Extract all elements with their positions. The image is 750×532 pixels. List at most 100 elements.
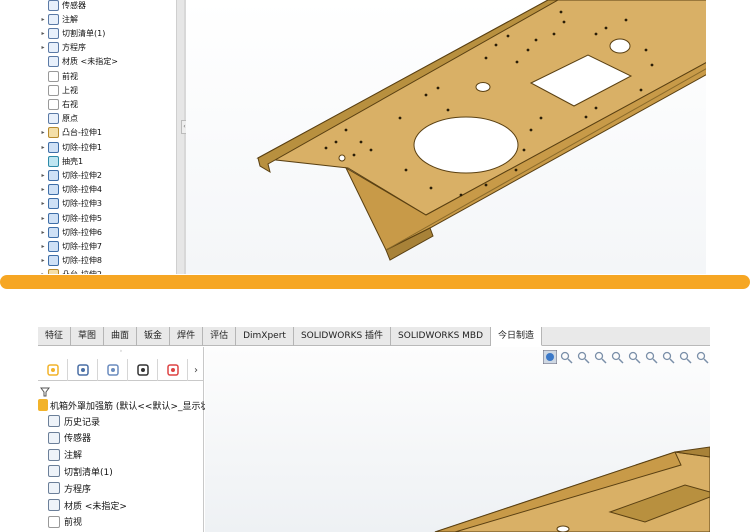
part-icon bbox=[38, 399, 48, 411]
command-manager-tabs: 特征 草图 曲面 钣金 焊件 评估 DimXpert SOLIDWORKS 插件 SOLIDWO… bbox=[38, 327, 710, 346]
expand-arrow-icon[interactable]: ▸ bbox=[38, 243, 48, 250]
tree-item[interactable]: ▸ 凸台-拉伸1 bbox=[38, 126, 102, 140]
tree-item-label: 切除-拉伸1 bbox=[62, 142, 102, 152]
tree-item-label: 前视 bbox=[64, 518, 83, 529]
expand-arrow-icon[interactable]: ▸ bbox=[38, 257, 48, 264]
tree-item[interactable]: 右视 bbox=[38, 97, 78, 111]
tree-item-label: 切除-拉伸6 bbox=[62, 227, 102, 237]
panel-grip[interactable]: ◦ bbox=[38, 347, 204, 357]
material-icon bbox=[48, 499, 60, 511]
command-tab[interactable]: 焊件 bbox=[170, 327, 204, 346]
tree-item[interactable]: 前视 bbox=[38, 514, 82, 530]
cut-extrude-icon bbox=[48, 240, 59, 252]
command-tab[interactable]: DimXpert bbox=[236, 327, 294, 346]
more-tabs-chevron-icon[interactable]: › bbox=[188, 359, 204, 381]
large-circular-hole bbox=[413, 116, 519, 174]
tree-item-label: 切除-拉伸4 bbox=[62, 185, 102, 195]
expand-arrow-icon[interactable]: ▸ bbox=[38, 16, 48, 23]
top-screenshot: 传感器 ▸ 注解 ▸ 切割清单(1) ▸ 方程序 材质 <未指定> 前视 上视 右视 原点 ▸ 凸台-拉伸… bbox=[38, 0, 706, 274]
part-root-node[interactable]: 机箱外罩加强筋 (默认<<默认>_显示状 bbox=[38, 397, 210, 413]
tree-item[interactable]: ▸ 切除-拉伸8 bbox=[38, 254, 102, 268]
orange-separator-bar bbox=[0, 275, 750, 289]
command-tab[interactable]: SOLIDWORKS 插件 bbox=[294, 327, 392, 346]
bottom-screenshot: 特征 草图 曲面 钣金 焊件 评估 DimXpert SOLIDWORKS 插件 SOLIDWO… bbox=[38, 327, 710, 532]
cut-extrude-icon bbox=[48, 212, 59, 224]
command-tab[interactable]: 曲面 bbox=[104, 327, 138, 346]
expand-arrow-icon[interactable]: ▸ bbox=[38, 200, 48, 207]
boss-extrude-icon bbox=[48, 269, 59, 274]
annotation-icon bbox=[48, 448, 60, 461]
expand-arrow-icon[interactable]: ▸ bbox=[38, 30, 48, 37]
expand-arrow-icon[interactable]: ▸ bbox=[38, 129, 48, 136]
command-tab[interactable]: 草图 bbox=[71, 327, 105, 346]
expand-arrow-icon[interactable]: ▸ bbox=[38, 229, 48, 236]
command-tab[interactable]: SOLIDWORKS MBD bbox=[391, 327, 492, 346]
tree-item[interactable]: ▸ 切除-拉伸6 bbox=[38, 225, 102, 239]
tree-item-label: 切割清单(1) bbox=[64, 467, 113, 478]
tree-item[interactable]: ▸ 切除-拉伸4 bbox=[38, 183, 102, 197]
graphics-area-bottom[interactable] bbox=[205, 347, 710, 532]
shell-icon bbox=[48, 155, 59, 167]
channel-hole bbox=[556, 525, 570, 532]
tree-item[interactable]: ▸ 方程序 bbox=[38, 41, 86, 55]
tree-item[interactable]: 注解 bbox=[38, 447, 82, 463]
tree-item-label: 切除-拉伸5 bbox=[62, 213, 102, 223]
tree-item[interactable]: 传感器 bbox=[38, 430, 91, 446]
expand-arrow-icon[interactable]: ▸ bbox=[38, 215, 48, 222]
tree-item[interactable]: ▸ 凸台-拉伸2 bbox=[38, 268, 102, 274]
mounting-hole bbox=[338, 154, 346, 162]
small-round-hole bbox=[609, 38, 631, 54]
cut-extrude-icon bbox=[48, 226, 59, 238]
tree-item[interactable]: 上视 bbox=[38, 83, 78, 97]
tree-item[interactable]: ▸ 切除-拉伸7 bbox=[38, 239, 102, 253]
tree-item[interactable]: ▸ 切除-拉伸1 bbox=[38, 140, 102, 154]
command-tab[interactable]: 今日制造 bbox=[491, 327, 543, 346]
tree-scrollbar[interactable] bbox=[176, 0, 184, 274]
small-round-hole bbox=[475, 82, 491, 92]
tree-item-label: 前视 bbox=[62, 71, 78, 81]
tree-item[interactable]: 方程序 bbox=[38, 480, 91, 496]
tree-item[interactable]: ▸ 切割清单(1) bbox=[38, 26, 105, 40]
property-manager-icon[interactable] bbox=[68, 359, 98, 381]
tree-item-label: 切除-拉伸3 bbox=[62, 199, 102, 209]
expand-arrow-icon[interactable]: ▸ bbox=[38, 186, 48, 193]
tree-item-label: 历史记录 bbox=[64, 417, 101, 428]
cut-extrude-icon bbox=[48, 169, 59, 181]
tree-item[interactable]: ▸ 切除-拉伸2 bbox=[38, 168, 102, 182]
tree-item-label: 材质 <未指定> bbox=[62, 57, 118, 67]
display-manager-icon[interactable] bbox=[158, 359, 188, 381]
graphics-area-top[interactable] bbox=[186, 0, 706, 274]
expand-arrow-icon[interactable]: ▸ bbox=[38, 172, 48, 179]
command-tab[interactable]: 钣金 bbox=[137, 327, 171, 346]
filter-row[interactable] bbox=[40, 383, 200, 397]
tree-item[interactable]: ▸ 切除-拉伸5 bbox=[38, 211, 102, 225]
tree-item-label: 注解 bbox=[64, 451, 83, 462]
tree-item-label: 材质 <未指定> bbox=[64, 501, 127, 512]
cut-extrude-icon bbox=[48, 198, 59, 210]
tree-item-label: 上视 bbox=[62, 85, 78, 95]
tree-item[interactable]: 历史记录 bbox=[38, 413, 100, 429]
dimxpert-manager-icon[interactable] bbox=[128, 359, 158, 381]
expand-arrow-icon[interactable]: ▸ bbox=[38, 44, 48, 51]
boss-extrude-icon bbox=[48, 127, 59, 139]
command-tab[interactable]: 评估 bbox=[203, 327, 237, 346]
expand-arrow-icon[interactable]: ▸ bbox=[38, 271, 48, 274]
expand-arrow-icon[interactable]: ▸ bbox=[38, 144, 48, 151]
tree-item[interactable]: 材质 <未指定> bbox=[38, 497, 127, 513]
material-icon bbox=[48, 56, 59, 68]
tree-item[interactable]: 切割清单(1) bbox=[38, 463, 113, 479]
feature-manager-icon[interactable] bbox=[38, 359, 68, 381]
cut-extrude-icon bbox=[48, 255, 59, 267]
tree-item[interactable]: 材质 <未指定> bbox=[38, 55, 118, 69]
cut-extrude-icon bbox=[48, 141, 59, 153]
tree-item[interactable]: 前视 bbox=[38, 69, 78, 83]
tree-item[interactable]: 抽壳1 bbox=[38, 154, 83, 168]
tree-item[interactable]: 传感器 bbox=[38, 0, 86, 12]
command-tab[interactable]: 特征 bbox=[38, 327, 72, 346]
configuration-manager-icon[interactable] bbox=[98, 359, 128, 381]
tree-item[interactable]: ▸ 注解 bbox=[38, 12, 78, 26]
tree-item-label: 传感器 bbox=[62, 0, 86, 10]
tree-item[interactable]: ▸ 切除-拉伸3 bbox=[38, 197, 102, 211]
sensor-icon bbox=[48, 431, 60, 444]
tree-item[interactable]: 原点 bbox=[38, 112, 78, 126]
